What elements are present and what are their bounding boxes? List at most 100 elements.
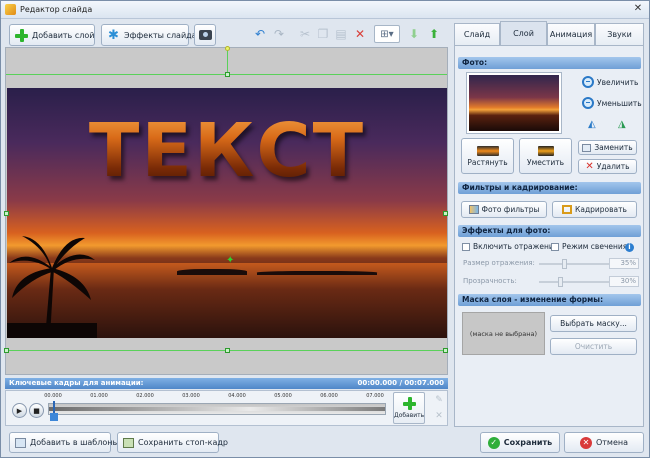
effects-section-header: Эффекты для фото: [458, 225, 641, 237]
transparency-value[interactable]: 30% [609, 276, 639, 287]
anchor-point-icon[interactable]: ✦ [226, 256, 234, 266]
rotate-left-icon[interactable]: ◭ [588, 117, 596, 131]
timeline-track[interactable] [48, 403, 386, 415]
plus-icon [15, 28, 28, 42]
resize-handle-right[interactable] [443, 211, 448, 216]
undo-icon[interactable]: ↶ [251, 25, 269, 43]
replace-icon [582, 143, 592, 152]
keyframes-title: Ключевые кадры для анимации: [9, 379, 144, 387]
tab-layer[interactable]: Слой [500, 21, 547, 45]
resize-handle-left[interactable] [4, 211, 9, 216]
fit-button[interactable]: Уместить [519, 138, 572, 174]
transparency-slider[interactable]: Прозрачность: 30% [463, 276, 641, 288]
delete-icon[interactable]: ✕ [351, 25, 369, 43]
track-fill [49, 407, 385, 411]
sunset-photo: ТЕКСТ [7, 88, 447, 338]
glow-label: Режим свечения [562, 242, 628, 251]
photo-filters-button[interactable]: Фото фильтры [461, 201, 547, 218]
cut-icon[interactable]: ✂ [296, 25, 314, 43]
reflection-size-knob[interactable] [561, 259, 567, 269]
tick-label: 07.000 [366, 393, 384, 399]
add-to-templates-button[interactable]: Добавить в шаблоны [9, 432, 119, 453]
play-button[interactable]: ▶ [12, 403, 27, 418]
delete-keyframe-icon[interactable]: ✕ [434, 411, 444, 421]
transparency-knob[interactable] [558, 277, 563, 287]
zoom-out-icon [582, 97, 594, 109]
zoom-in-label: Увеличить [597, 77, 639, 87]
island [177, 269, 247, 275]
stop-button[interactable]: ■ [29, 403, 44, 418]
info-icon[interactable]: i [625, 243, 634, 252]
align-dropdown-icon[interactable]: ⊞▾ [374, 25, 400, 43]
photo-thumbnail [466, 72, 562, 134]
templates-icon [15, 437, 26, 448]
tab-slide[interactable]: Слайд [454, 23, 500, 45]
add-layer-label: Добавить слой [32, 30, 95, 40]
zoom-out-button[interactable]: Уменьшить [582, 96, 642, 110]
tick-label: 06.000 [320, 393, 338, 399]
playhead-marker[interactable] [50, 401, 58, 421]
photo-section-header: Фото: [458, 57, 641, 69]
stretch-button[interactable]: Растянуть [461, 138, 514, 174]
tick-label: 02.000 [136, 393, 154, 399]
reflection-label: Включить отражение [473, 242, 559, 251]
resize-handle-bottom-left[interactable] [4, 348, 9, 353]
slide-effects-label: Эффекты слайда [124, 30, 197, 40]
rotate-right-icon[interactable]: ◮ [618, 117, 626, 131]
tab-animation[interactable]: Анимация [547, 23, 595, 45]
save-button[interactable]: ✓ Сохранить [480, 432, 560, 453]
filters-section-header: Фильтры и кадрирование: [458, 182, 641, 194]
resize-handle-bottom-right[interactable] [443, 348, 448, 353]
close-icon[interactable]: ✕ [631, 3, 645, 15]
save-frame-button[interactable]: Сохранить стоп-кадр [117, 432, 228, 453]
palm-silhouette [7, 236, 97, 338]
clear-mask-button[interactable]: Очистить [550, 338, 637, 355]
crop-button[interactable]: Кадрировать [552, 201, 637, 218]
cancel-label: Отмена [595, 438, 629, 447]
replace-button[interactable]: Заменить [578, 140, 637, 155]
move-up-icon[interactable]: ⬆ [425, 25, 443, 43]
island [257, 271, 377, 275]
crop-label: Кадрировать [575, 205, 627, 214]
add-to-templates-label: Добавить в шаблоны [30, 438, 119, 447]
reflection-size-rail[interactable] [539, 263, 609, 265]
redo-icon[interactable]: ↷ [270, 25, 288, 43]
paste-icon[interactable]: ▤ [332, 25, 350, 43]
crop-icon [562, 205, 573, 214]
cancel-button[interactable]: ✕ Отмена [564, 432, 644, 453]
zoom-in-button[interactable]: Увеличить [582, 75, 638, 89]
zoom-out-label: Уменьшить [597, 98, 642, 108]
add-keyframe-button[interactable]: Добавить [393, 392, 425, 424]
fit-label: Уместить [527, 157, 564, 167]
reflection-checkbox-box[interactable] [462, 242, 470, 251]
glow-checkbox[interactable]: Режим свечения [551, 242, 627, 251]
reflection-size-slider[interactable]: Размер отражения: 35% [463, 258, 641, 270]
move-down-icon[interactable]: ⬇ [405, 25, 423, 43]
choose-mask-button[interactable]: Выбрать маску... [550, 315, 637, 332]
resize-handle-top[interactable] [225, 72, 230, 77]
preview-button[interactable] [194, 24, 216, 46]
replace-label: Заменить [594, 143, 633, 152]
fit-icon [537, 145, 554, 156]
transparency-rail[interactable] [539, 281, 609, 283]
add-layer-button[interactable]: Добавить слой [9, 24, 95, 46]
tab-sounds[interactable]: Звуки [595, 23, 644, 45]
layer-text[interactable]: ТЕКСТ [7, 108, 447, 194]
transparency-label: Прозрачность: [463, 277, 517, 285]
reflection-checkbox[interactable]: Включить отражение [462, 242, 558, 251]
stretch-icon [476, 145, 499, 156]
edit-keyframe-icon[interactable]: ✎ [434, 395, 444, 405]
save-label: Сохранить [503, 438, 553, 447]
tick-label: 01.000 [90, 393, 108, 399]
slide-effects-button[interactable]: ✱ Эффекты слайда [101, 24, 197, 46]
stretch-label: Растянуть [467, 157, 508, 167]
glow-checkbox-box[interactable] [551, 242, 559, 251]
copy-icon[interactable]: ❐ [314, 25, 332, 43]
resize-handle-bottom[interactable] [225, 348, 230, 353]
tick-label: 05.000 [274, 393, 292, 399]
reflection-size-value[interactable]: 35% [609, 258, 639, 269]
rotate-handle[interactable] [225, 46, 230, 51]
slide-canvas[interactable]: ТЕКСТ ✦ [4, 46, 448, 375]
zoom-in-icon [582, 76, 594, 88]
delete-photo-button[interactable]: ✕ Удалить [578, 159, 637, 174]
